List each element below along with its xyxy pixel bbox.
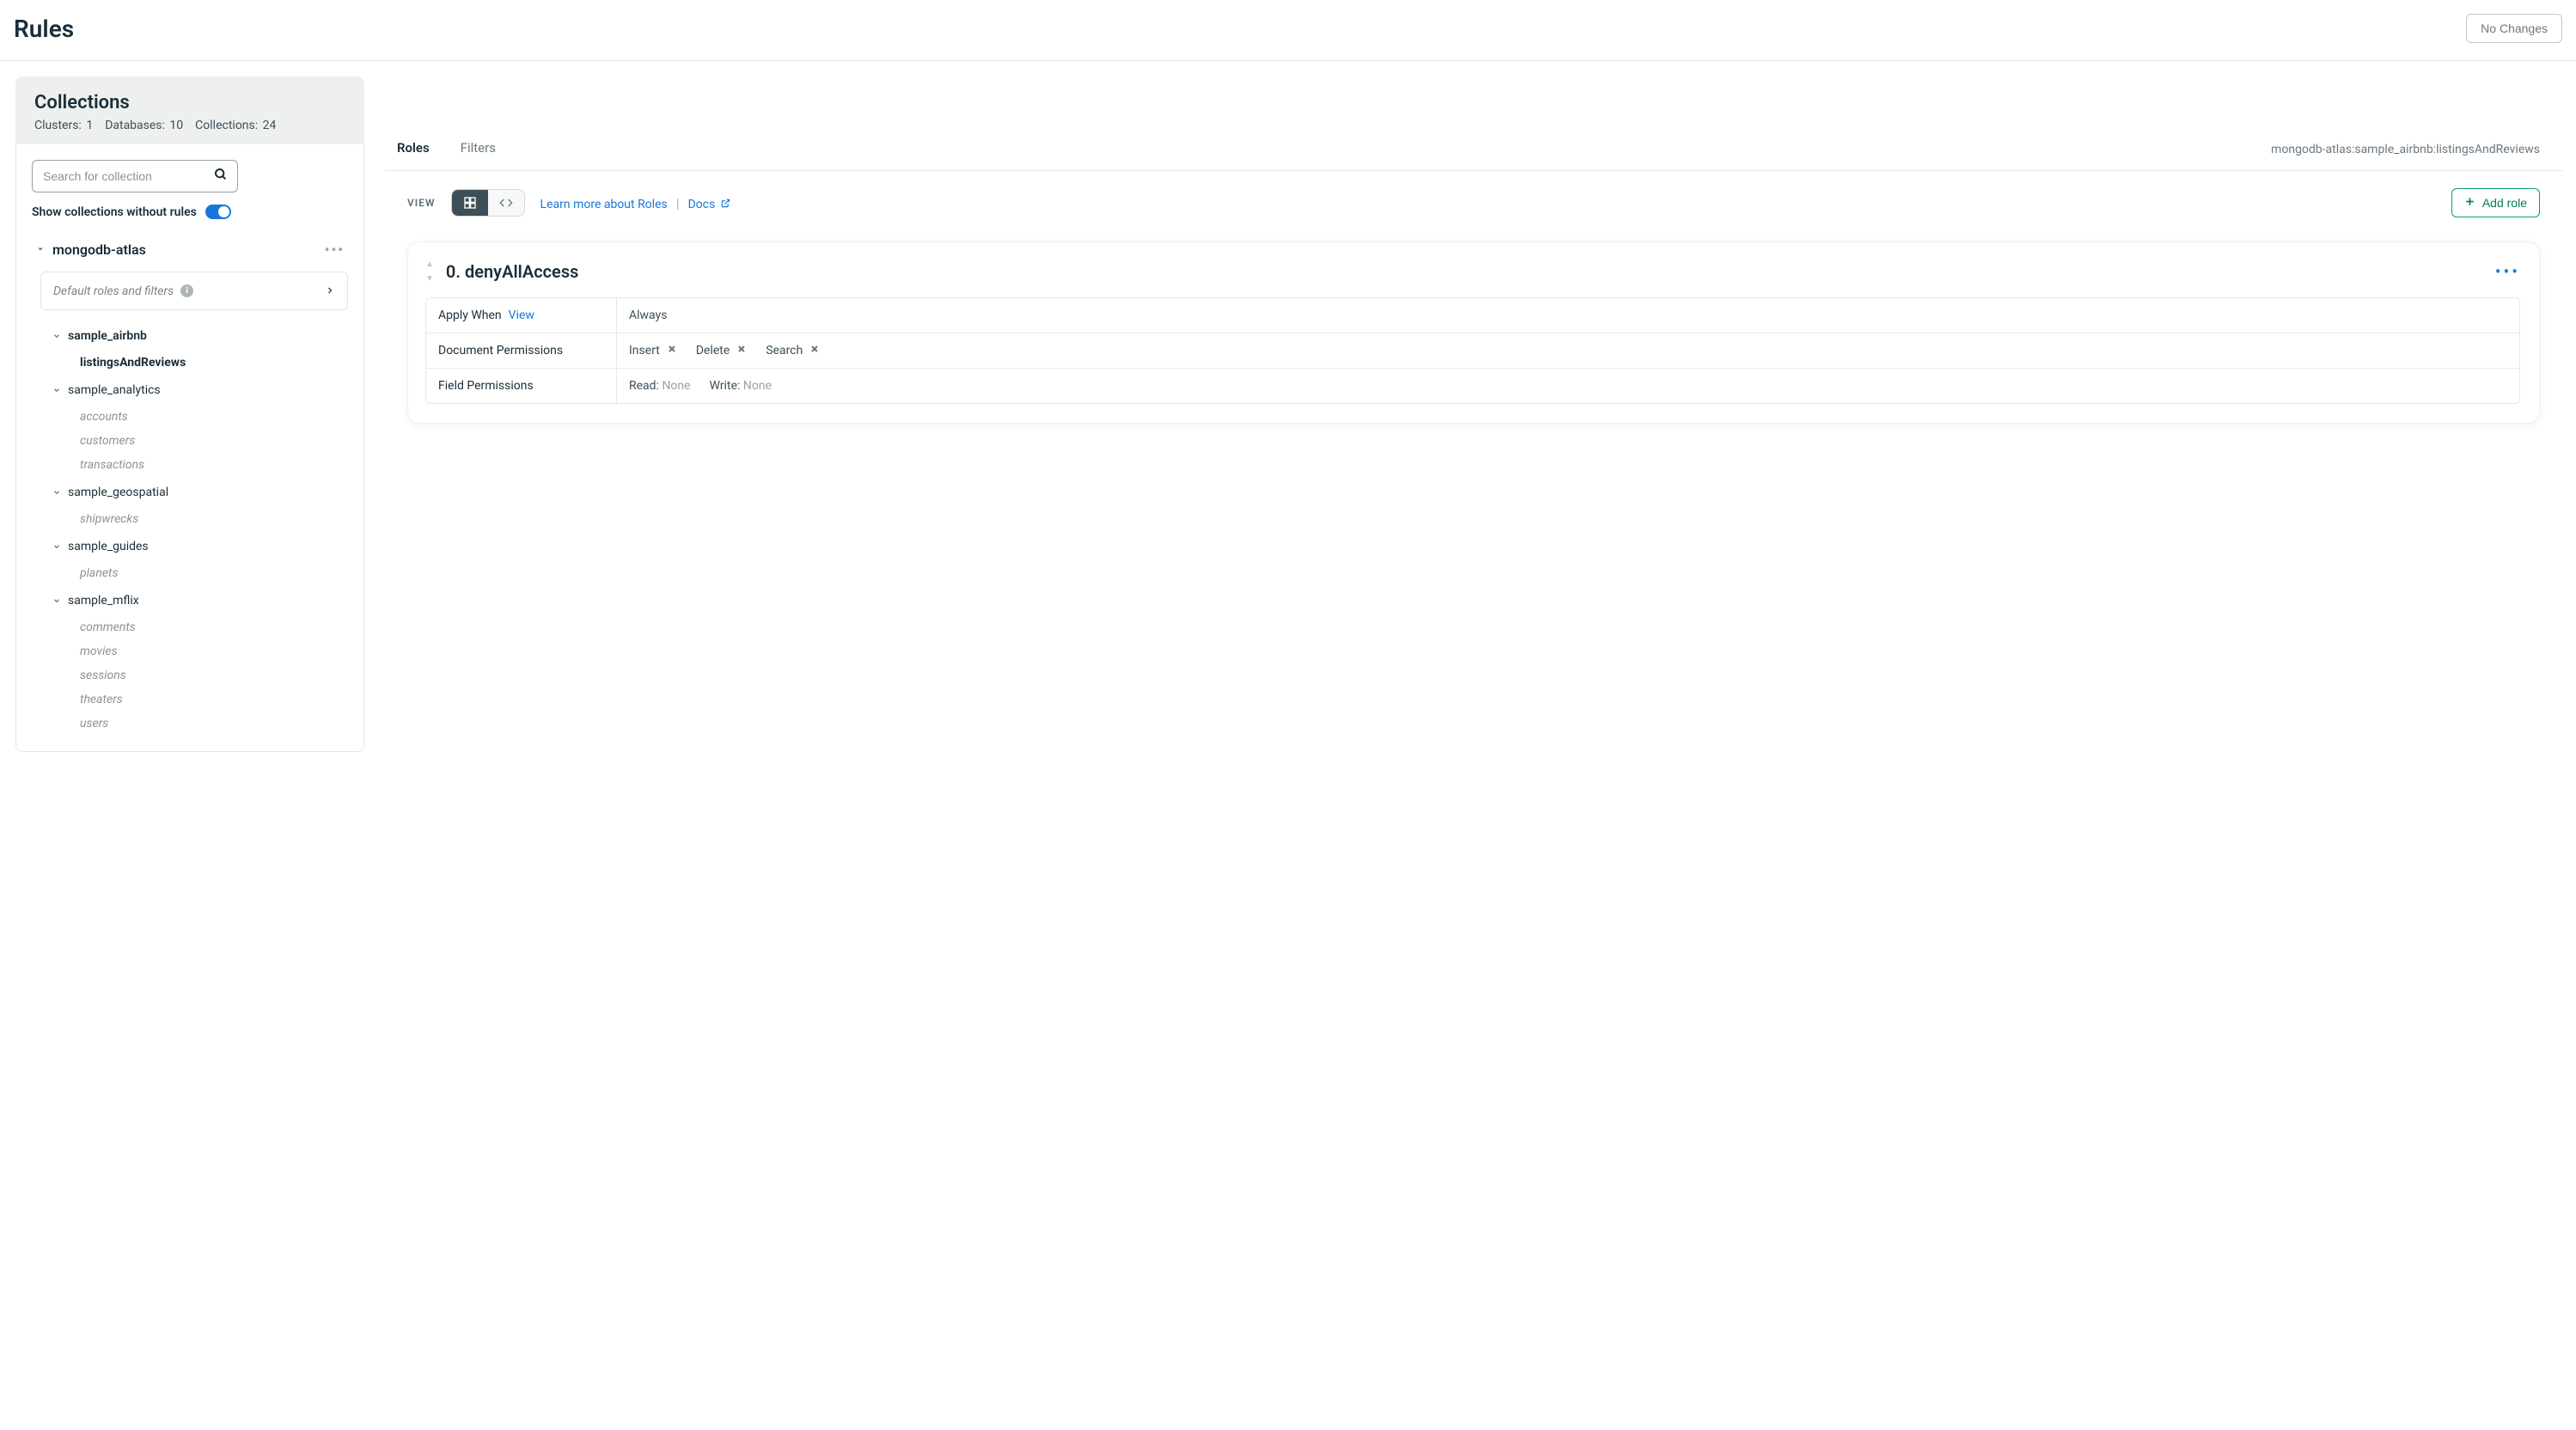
breadcrumb: mongodb-atlas:sample_airbnb:listingsAndR…	[2271, 143, 2540, 156]
doc-permissions-value: Insert Delete Search	[617, 333, 2519, 368]
chevron-down-icon	[52, 538, 61, 554]
main-panel: Roles Filters mongodb-atlas:sample_airbn…	[385, 128, 2562, 752]
role-card: ▲ ▼ 0. denyAllAccess ••• Apply When View…	[407, 241, 2540, 424]
show-collections-toggle[interactable]	[205, 205, 231, 219]
search-wrap	[32, 160, 348, 192]
docs-link[interactable]: Docs	[688, 198, 730, 211]
tabs-row: Roles Filters mongodb-atlas:sample_airbn…	[385, 128, 2562, 171]
db-name: sample_mflix	[68, 594, 139, 608]
db-item-sample-mflix[interactable]: sample_mflix	[32, 585, 348, 615]
table-row: Document Permissions Insert Delete Searc…	[426, 333, 2519, 369]
external-link-icon	[721, 198, 730, 211]
db-item-sample-geospatial[interactable]: sample_geospatial	[32, 477, 348, 507]
chevron-down-icon	[52, 327, 61, 344]
db-name: sample_analytics	[68, 383, 161, 397]
page-title: Rules	[14, 15, 74, 43]
chevron-right-icon	[325, 283, 335, 299]
apply-when-value: Always	[617, 298, 2519, 333]
chevron-down-icon	[52, 484, 61, 500]
view-code-button[interactable]	[488, 190, 524, 216]
collection-item[interactable]: users	[32, 712, 348, 736]
plus-icon	[2464, 196, 2475, 210]
doc-permissions-label: Document Permissions	[426, 333, 617, 368]
view-grid-button[interactable]	[452, 190, 488, 216]
show-collections-toggle-row: Show collections without rules	[32, 205, 348, 219]
perm-insert: Insert	[629, 344, 677, 358]
field-permissions-label: Field Permissions	[426, 369, 617, 403]
collections-sidebar: Collections Clusters: 1 Databases: 10 Co…	[15, 76, 364, 752]
code-icon	[499, 196, 513, 210]
no-changes-button[interactable]: No Changes	[2466, 14, 2562, 43]
write-perm: Write: None	[710, 379, 772, 393]
db-item-sample-airbnb[interactable]: sample_airbnb	[32, 321, 348, 351]
collections-stat: Collections: 24	[195, 119, 276, 132]
collection-item[interactable]: customers	[32, 429, 348, 453]
tab-filters[interactable]: Filters	[457, 128, 499, 170]
x-icon	[809, 344, 820, 358]
db-name: sample_geospatial	[68, 486, 168, 499]
db-name: sample_airbnb	[68, 329, 147, 343]
apply-when-label: Apply When View	[426, 298, 617, 333]
default-roles-item[interactable]: Default roles and filters i	[40, 272, 348, 310]
cluster-name: mongodb-atlas	[52, 241, 146, 258]
collection-item[interactable]: sessions	[32, 663, 348, 688]
search-icon	[214, 168, 228, 185]
role-title: 0. denyAllAccess	[446, 261, 578, 282]
table-row: Apply When View Always	[426, 298, 2519, 333]
collection-item[interactable]: planets	[32, 561, 348, 585]
chevron-down-icon	[52, 382, 61, 398]
collection-item[interactable]: movies	[32, 639, 348, 663]
view-toolbar: VIEW Learn more about Roles | Docs	[385, 171, 2562, 235]
collection-item[interactable]: theaters	[32, 688, 348, 712]
info-icon: i	[180, 284, 193, 297]
view-label: VIEW	[407, 197, 436, 209]
databases-stat: Databases: 10	[105, 119, 183, 132]
collection-item[interactable]: comments	[32, 615, 348, 639]
learn-more-link[interactable]: Learn more about Roles	[540, 198, 668, 211]
collection-item[interactable]: transactions	[32, 453, 348, 477]
role-sort-arrows: ▲ ▼	[425, 260, 434, 284]
role-more-icon[interactable]: •••	[2495, 261, 2520, 282]
chevron-down-icon	[52, 592, 61, 608]
sidebar-title: Collections	[34, 92, 345, 113]
collection-item-listingsAndReviews[interactable]: listingsAndReviews	[32, 351, 348, 375]
x-icon	[667, 344, 677, 358]
grid-icon	[463, 196, 477, 210]
cluster-more-icon[interactable]: •••	[325, 241, 345, 258]
view-toggle	[451, 189, 525, 217]
sort-up-icon[interactable]: ▲	[425, 260, 434, 269]
field-permissions-value: Read: None Write: None	[617, 369, 2519, 403]
role-permissions-table: Apply When View Always Document Permissi…	[425, 297, 2520, 404]
apply-when-view-link[interactable]: View	[509, 309, 534, 322]
perm-search: Search	[766, 344, 820, 358]
add-role-button[interactable]: Add role	[2451, 188, 2540, 217]
x-icon	[736, 344, 747, 358]
sidebar-header: Collections Clusters: 1 Databases: 10 Co…	[15, 76, 364, 144]
read-perm: Read: None	[629, 379, 691, 393]
page-header: Rules No Changes	[0, 0, 2576, 61]
db-item-sample-analytics[interactable]: sample_analytics	[32, 375, 348, 405]
tab-roles[interactable]: Roles	[394, 128, 433, 170]
perm-delete: Delete	[696, 344, 747, 358]
db-item-sample-guides[interactable]: sample_guides	[32, 531, 348, 561]
sidebar-stats: Clusters: 1 Databases: 10 Collections: 2…	[34, 119, 345, 132]
cluster-header[interactable]: mongodb-atlas •••	[32, 235, 348, 265]
collection-item[interactable]: shipwrecks	[32, 507, 348, 531]
search-input[interactable]	[32, 160, 238, 192]
clusters-stat: Clusters: 1	[34, 119, 93, 132]
add-role-label: Add role	[2482, 196, 2527, 210]
db-name: sample_guides	[68, 540, 149, 553]
sort-down-icon[interactable]: ▼	[425, 274, 434, 284]
table-row: Field Permissions Read: None Write: None	[426, 369, 2519, 403]
toggle-label: Show collections without rules	[32, 205, 197, 219]
help-links: Learn more about Roles | Docs	[540, 195, 730, 211]
chevron-down-icon	[35, 241, 46, 258]
default-roles-label: Default roles and filters	[53, 284, 174, 298]
collection-item[interactable]: accounts	[32, 405, 348, 429]
